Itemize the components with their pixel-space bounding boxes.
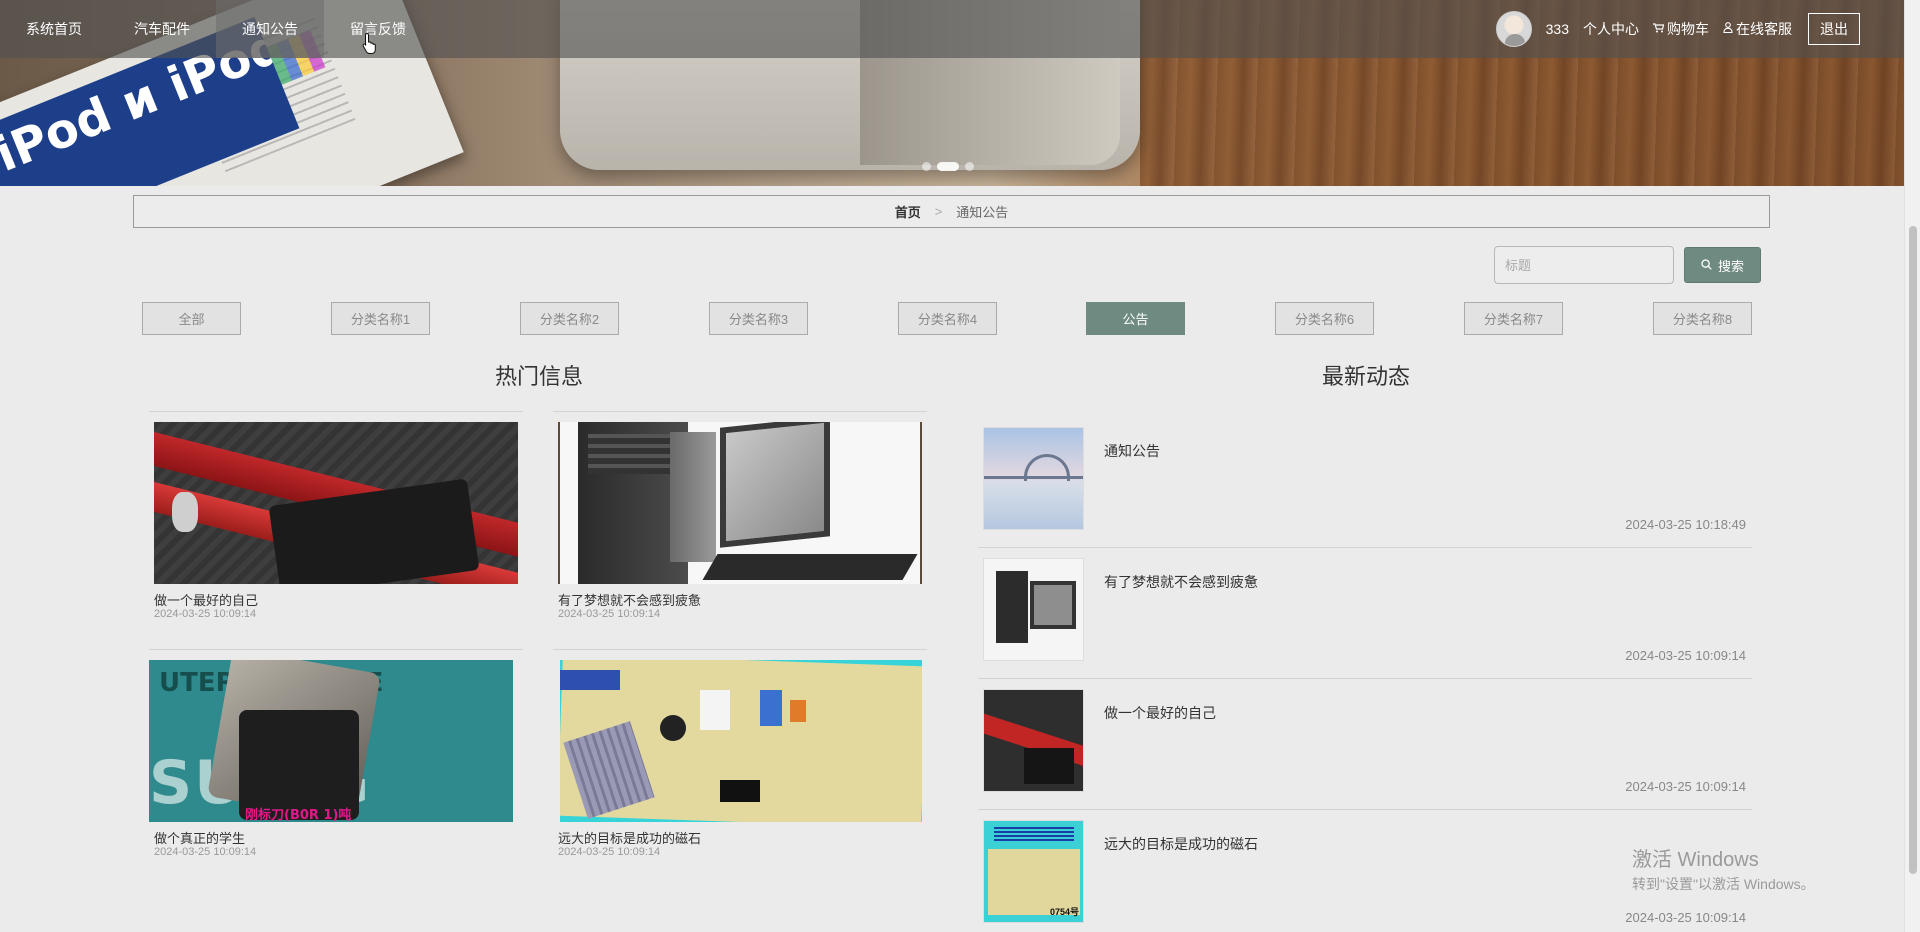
latest-thumb-circuit-board[interactable]: 0754号 bbox=[983, 820, 1084, 923]
hot-card-date: 2024-03-25 10:09:14 bbox=[154, 608, 257, 620]
user-menu: 333 个人中心 购物车 在线客服 退出 bbox=[1495, 0, 1860, 58]
category-tab-1[interactable]: 分类名称1 bbox=[331, 302, 430, 335]
watermark-line1: 激活 Windows bbox=[1632, 849, 1759, 871]
latest-item-date: 2024-03-25 10:18:49 bbox=[1625, 517, 1746, 532]
category-tab-notice[interactable]: 公告 bbox=[1086, 302, 1185, 335]
hot-card-title[interactable]: 做一个最好的自己 bbox=[154, 590, 258, 609]
carousel-dot[interactable] bbox=[922, 162, 931, 171]
cart-label: 购物车 bbox=[1667, 21, 1709, 37]
user-icon bbox=[1723, 22, 1733, 36]
category-tab-all[interactable]: 全部 bbox=[142, 302, 241, 335]
hot-card-image-motherboard[interactable] bbox=[154, 422, 518, 584]
scrollbar-thumb[interactable] bbox=[1909, 226, 1917, 874]
breadcrumb-home[interactable]: 首页 bbox=[895, 202, 921, 221]
cart-link[interactable]: 购物车 bbox=[1653, 19, 1709, 39]
user-center-link[interactable]: 个人中心 bbox=[1583, 19, 1639, 39]
breadcrumb: 首页 > 通知公告 bbox=[133, 195, 1770, 228]
category-tab-3[interactable]: 分类名称3 bbox=[709, 302, 808, 335]
avatar[interactable] bbox=[1495, 11, 1532, 47]
breadcrumb-current: 通知公告 bbox=[956, 205, 1009, 220]
breadcrumb-separator: > bbox=[934, 204, 943, 219]
latest-item-title[interactable]: 有了梦想就不会感到疲惫 bbox=[1104, 572, 1258, 592]
hot-card-image-circuit-board[interactable] bbox=[560, 660, 922, 822]
latest-thumb-bridge[interactable] bbox=[983, 427, 1084, 530]
hot-card-date: 2024-03-25 10:09:14 bbox=[558, 608, 661, 620]
hot-card-title[interactable]: 做个真正的学生 bbox=[154, 828, 245, 847]
hot-card-image-machine-part[interactable]: UTERIZ ACHINE SU NG 刚标刀(B0R 1)吨 bbox=[149, 660, 513, 822]
category-tab-2[interactable]: 分类名称2 bbox=[520, 302, 619, 335]
windows-activation-watermark: 激活 Windows 转到"设置"以激活 Windows。 bbox=[1632, 843, 1815, 894]
carousel-dots bbox=[922, 162, 974, 171]
category-tab-7[interactable]: 分类名称7 bbox=[1464, 302, 1563, 335]
carousel-dot-active[interactable] bbox=[937, 162, 959, 171]
search-icon bbox=[1701, 258, 1712, 273]
hot-card[interactable]: 做一个最好的自己 2024-03-25 10:09:14 bbox=[149, 411, 523, 635]
hot-card[interactable]: 远大的目标是成功的磁石 2024-03-25 10:09:14 bbox=[553, 649, 927, 873]
hot-card-date: 2024-03-25 10:09:14 bbox=[558, 846, 661, 858]
category-tabs: 全部 分类名称1 分类名称2 分类名称3 分类名称4 公告 分类名称6 分类名称… bbox=[142, 302, 1752, 335]
category-tab-4[interactable]: 分类名称4 bbox=[898, 302, 997, 335]
nav-item-feedback[interactable]: 留言反馈 bbox=[324, 0, 432, 58]
latest-item[interactable]: 做一个最好的自己 2024-03-25 10:09:14 bbox=[978, 679, 1752, 810]
machine-image-label: 刚标刀(B0R 1)吨 bbox=[245, 808, 352, 822]
cart-icon bbox=[1653, 22, 1665, 36]
latest-item-title[interactable]: 远大的目标是成功的磁石 bbox=[1104, 834, 1258, 854]
logout-button[interactable]: 退出 bbox=[1808, 13, 1860, 45]
hand-cursor-icon bbox=[362, 32, 378, 54]
username[interactable]: 333 bbox=[1546, 21, 1569, 37]
page-scrollbar[interactable] bbox=[1904, 0, 1920, 932]
latest-item-date: 2024-03-25 10:09:14 bbox=[1625, 648, 1746, 663]
category-tab-6[interactable]: 分类名称6 bbox=[1275, 302, 1374, 335]
top-navigation: 系统首页 汽车配件 通知公告 留言反馈 333 个人中心 购物车 在线客服 退出 bbox=[0, 0, 1904, 58]
nav-item-notices[interactable]: 通知公告 bbox=[216, 0, 324, 58]
latest-item-date: 2024-03-25 10:09:14 bbox=[1625, 779, 1746, 794]
category-tab-8[interactable]: 分类名称8 bbox=[1653, 302, 1752, 335]
latest-item-date: 2024-03-25 10:09:14 bbox=[1625, 910, 1746, 925]
latest-item[interactable]: 通知公告 2024-03-25 10:18:49 bbox=[978, 417, 1752, 548]
latest-item[interactable]: 有了梦想就不会感到疲惫 2024-03-25 10:09:14 bbox=[978, 548, 1752, 679]
thumb-tag: 0754号 bbox=[1049, 907, 1079, 917]
hot-card-title[interactable]: 有了梦想就不会感到疲惫 bbox=[558, 590, 701, 609]
latest-thumb-computer[interactable] bbox=[983, 558, 1084, 661]
search-input[interactable] bbox=[1494, 246, 1674, 284]
latest-item-title[interactable]: 通知公告 bbox=[1104, 441, 1160, 461]
hot-card-date: 2024-03-25 10:09:14 bbox=[154, 846, 257, 858]
latest-section-title: 最新动态 bbox=[1322, 364, 1411, 389]
carousel-dot[interactable] bbox=[965, 162, 974, 171]
nav-item-home[interactable]: 系统首页 bbox=[0, 0, 108, 58]
nav-item-auto-parts[interactable]: 汽车配件 bbox=[108, 0, 216, 58]
hot-section-title: 热门信息 bbox=[495, 364, 584, 389]
search-button[interactable]: 搜索 bbox=[1684, 247, 1761, 283]
search-button-label: 搜索 bbox=[1717, 258, 1744, 274]
online-service-label: 在线客服 bbox=[1736, 21, 1792, 37]
online-service-link[interactable]: 在线客服 bbox=[1723, 19, 1792, 39]
watermark-line2: 转到"设置"以激活 Windows。 bbox=[1632, 876, 1815, 892]
latest-thumb-motherboard[interactable] bbox=[983, 689, 1084, 792]
latest-item-title[interactable]: 做一个最好的自己 bbox=[1104, 703, 1216, 723]
hot-card-title[interactable]: 远大的目标是成功的磁石 bbox=[558, 828, 701, 847]
hot-card-image-computer[interactable] bbox=[558, 422, 922, 584]
hot-card[interactable]: 有了梦想就不会感到疲惫 2024-03-25 10:09:14 bbox=[553, 411, 927, 635]
hot-card[interactable]: UTERIZ ACHINE SU NG 刚标刀(B0R 1)吨 做个真正的学生 … bbox=[149, 649, 523, 873]
